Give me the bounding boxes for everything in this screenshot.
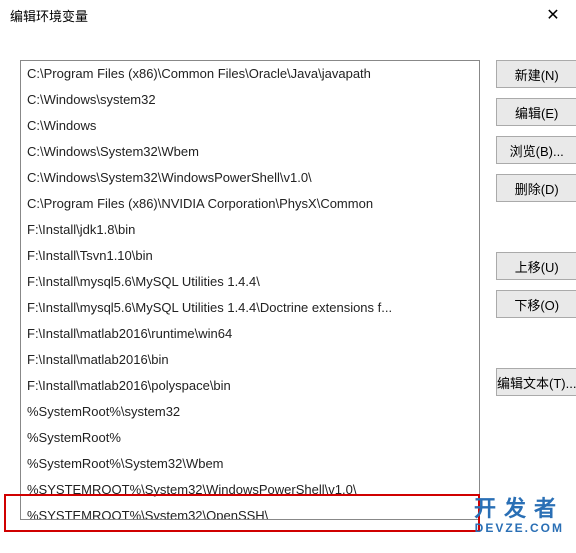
close-button[interactable]: ✕	[530, 0, 576, 30]
list-item[interactable]: %SystemRoot%\system32	[21, 399, 479, 425]
path-listbox[interactable]: C:\Program Files (x86)\Common Files\Orac…	[20, 60, 480, 520]
list-item[interactable]: C:\Program Files (x86)\Common Files\Orac…	[21, 61, 479, 87]
move-up-button[interactable]: 上移(U)	[496, 252, 576, 280]
content-area: C:\Program Files (x86)\Common Files\Orac…	[0, 30, 576, 530]
list-item[interactable]: C:\Windows\System32\WindowsPowerShell\v1…	[21, 165, 479, 191]
move-down-button[interactable]: 下移(O)	[496, 290, 576, 318]
new-button[interactable]: 新建(N)	[496, 60, 576, 88]
list-item[interactable]: F:\Install\matlab2016\polyspace\bin	[21, 373, 479, 399]
list-item[interactable]: C:\Windows\System32\Wbem	[21, 139, 479, 165]
listbox-wrap: C:\Program Files (x86)\Common Files\Orac…	[20, 60, 480, 520]
close-icon: ✕	[546, 5, 559, 25]
browse-button[interactable]: 浏览(B)...	[496, 136, 576, 164]
list-item[interactable]: F:\Install\matlab2016\bin	[21, 347, 479, 373]
list-item[interactable]: F:\Install\Tsvn1.10\bin	[21, 243, 479, 269]
list-item[interactable]: C:\Windows\system32	[21, 87, 479, 113]
list-item[interactable]: F:\Install\mysql5.6\MySQL Utilities 1.4.…	[21, 269, 479, 295]
list-item[interactable]: C:\Windows	[21, 113, 479, 139]
list-item[interactable]: F:\Install\matlab2016\runtime\win64	[21, 321, 479, 347]
list-item[interactable]: %SYSTEMROOT%\System32\OpenSSH\	[21, 503, 479, 520]
spacer	[496, 328, 576, 358]
list-item[interactable]: C:\Program Files (x86)\NVIDIA Corporatio…	[21, 191, 479, 217]
spacer	[496, 212, 576, 242]
edit-button[interactable]: 编辑(E)	[496, 98, 576, 126]
list-item[interactable]: F:\Install\jdk1.8\bin	[21, 217, 479, 243]
titlebar: 编辑环境变量 ✕	[0, 0, 576, 30]
list-item[interactable]: %SYSTEMROOT%\System32\WindowsPowerShell\…	[21, 477, 479, 503]
list-item[interactable]: %SystemRoot%\System32\Wbem	[21, 451, 479, 477]
edit-text-button[interactable]: 编辑文本(T)...	[496, 368, 576, 396]
window-title: 编辑环境变量	[10, 6, 88, 25]
delete-button[interactable]: 删除(D)	[496, 174, 576, 202]
list-item[interactable]: %SystemRoot%	[21, 425, 479, 451]
list-item[interactable]: F:\Install\mysql5.6\MySQL Utilities 1.4.…	[21, 295, 479, 321]
button-column: 新建(N) 编辑(E) 浏览(B)... 删除(D) 上移(U) 下移(O) 编…	[496, 60, 576, 520]
